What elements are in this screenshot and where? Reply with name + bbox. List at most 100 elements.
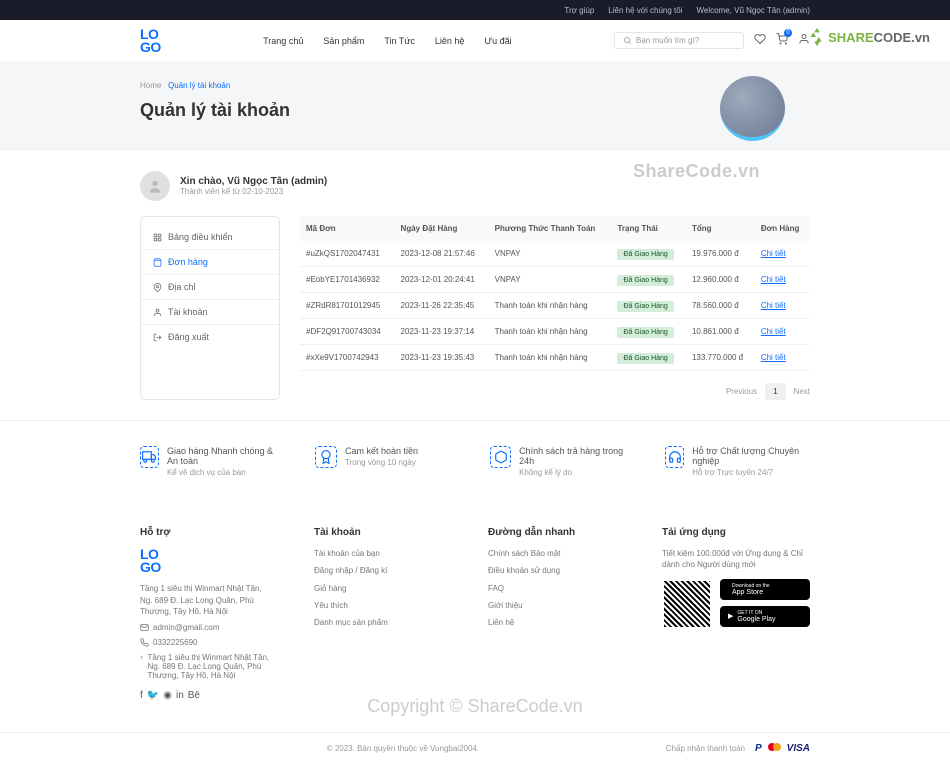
nav-news[interactable]: Tin Tức (384, 36, 415, 46)
pagination-next[interactable]: Next (794, 387, 810, 396)
footer-link[interactable]: Chính sách Bảo mật (488, 548, 622, 559)
visa-icon: VISA (787, 743, 810, 754)
truck-icon (140, 446, 159, 468)
appstore-button[interactable]: Download on theApp Store (720, 579, 810, 600)
pagination-prev[interactable]: Previous (726, 387, 757, 396)
orders-table: Mã Đơn Ngày Đặt Hàng Phương Thức Thanh T… (300, 216, 810, 371)
footer-account: Tài khoản Tài khoản của bạn Đăng nhập / … (314, 527, 448, 701)
footer-link[interactable]: Liên hệ (488, 617, 622, 628)
avatar-icon (147, 178, 163, 194)
feature-support: Hỗ trợ Chất lượng Chuyên nghiệpHỗ trợ Tr… (665, 446, 810, 477)
th-id[interactable]: Mã Đơn (300, 216, 395, 241)
feature-return: Chính sách trả hàng trong 24hKhông kể lý… (490, 446, 635, 477)
table-row: #uZkQS1702047431 2023-12-08 21:57:46 VNP… (300, 241, 810, 267)
nav-offers[interactable]: Ưu đãi (484, 36, 511, 46)
search-icon (623, 36, 632, 45)
th-status[interactable]: Trạng Thái (611, 216, 686, 241)
topbar-welcome[interactable]: Welcome, Vũ Ngọc Tân (admin) (696, 6, 810, 15)
watermark-text: ShareCode.vn (633, 161, 760, 182)
th-method[interactable]: Phương Thức Thanh Toán (489, 216, 612, 241)
feature-shipping: Giao hàng Nhanh chóng & An toànKể về dịc… (140, 446, 285, 477)
topbar-contact[interactable]: Liên hệ với chúng tôi (608, 6, 682, 15)
cart-badge: 0 (784, 29, 792, 37)
detail-link[interactable]: Chi tiết (761, 275, 786, 284)
cell-status: Đã Giao Hàng (611, 345, 686, 371)
cell-total: 78.560.000 đ (686, 293, 755, 319)
search-placeholder: Bạn muốn tìm gì? (636, 36, 699, 45)
cell-action: Chi tiết (755, 345, 810, 371)
footer-link[interactable]: Điều khoản sử dụng (488, 565, 622, 576)
phone-icon (140, 638, 149, 647)
cell-id: #xXe9V1700742943 (300, 345, 395, 371)
cell-date: 2023-12-08 21:57:46 (395, 241, 489, 267)
footer-support: Hỗ trợ LOGO Tầng 1 siêu thị Winmart Nhật… (140, 527, 274, 701)
feature-refund: Cam kết hoàn tiềnTrong vòng 10 ngày (315, 446, 460, 477)
nav-contact[interactable]: Liên hệ (435, 36, 465, 46)
sidebar-label: Địa chỉ (168, 282, 196, 292)
sharecode-watermark-logo: SHARECODE.vn (806, 26, 930, 48)
hero-product-image (720, 76, 785, 141)
footer-link[interactable]: Yêu thích (314, 600, 448, 611)
cell-date: 2023-11-26 22:35:45 (395, 293, 489, 319)
footer-link[interactable]: Tài khoản của bạn (314, 548, 448, 559)
cell-method: VNPAY (489, 241, 612, 267)
footer-link[interactable]: Đăng nhập / Đăng kí (314, 565, 448, 576)
features-row: Giao hàng Nhanh chóng & An toànKể về dịc… (0, 420, 950, 502)
table-row: #ZRdR81701012945 2023-11-26 22:35:45 Tha… (300, 293, 810, 319)
th-total[interactable]: Tổng (686, 216, 755, 241)
header-right: Bạn muốn tìm gì? 0 (614, 32, 810, 49)
sidebar-item-orders[interactable]: Đơn hàng (141, 250, 279, 275)
footer-link[interactable]: Giỏ hàng (314, 583, 448, 594)
pagination: Previous 1 Next (300, 383, 810, 400)
cell-date: 2023-11-23 19:37:14 (395, 319, 489, 345)
cell-status: Đã Giao Hàng (611, 319, 686, 345)
box-icon (490, 446, 511, 468)
detail-link[interactable]: Chi tiết (761, 249, 786, 258)
cell-method: Thanh toán khi nhận hàng (489, 293, 612, 319)
cell-method: Thanh toán khi nhận hàng (489, 345, 612, 371)
footer-quick: Đường dẫn nhanh Chính sách Bảo mật Điều … (488, 527, 622, 701)
sidebar-item-logout[interactable]: Đăng xuất (141, 325, 279, 349)
breadcrumb-home[interactable]: Home (140, 81, 161, 90)
nav-home[interactable]: Trang chủ (263, 36, 303, 46)
topbar-help[interactable]: Trợ giúp (564, 6, 594, 15)
cell-action: Chi tiết (755, 267, 810, 293)
cart-icon[interactable]: 0 (776, 33, 788, 48)
sidebar-label: Tài khoản (168, 307, 208, 317)
footer-app: Tải ứng dụng Tiết kiệm 100.000đ với Ứng … (662, 527, 810, 701)
hero-section: Home Quản lý tài khoản Quản lý tài khoản… (0, 61, 950, 151)
th-action[interactable]: Đơn Hàng (755, 216, 810, 241)
footer-logo: LOGO (140, 548, 274, 573)
cell-action: Chi tiết (755, 293, 810, 319)
sidebar-label: Đăng xuất (168, 332, 209, 342)
pagination-page[interactable]: 1 (765, 383, 785, 400)
sidebar-item-dashboard[interactable]: Bảng điều khiển (141, 225, 279, 250)
cell-method: VNPAY (489, 267, 612, 293)
nav-products[interactable]: Sản phẩm (323, 36, 364, 46)
cell-total: 12.960.000 đ (686, 267, 755, 293)
main-nav: Trang chủ Sản phẩm Tin Tức Liên hệ Ưu đã… (263, 36, 512, 46)
footer: Hỗ trợ LOGO Tầng 1 siêu thị Winmart Nhật… (0, 502, 950, 726)
logo[interactable]: LOGO (140, 28, 161, 53)
sidebar-item-address[interactable]: Địa chỉ (141, 275, 279, 300)
cell-date: 2023-12-01 20:24:41 (395, 267, 489, 293)
table-row: #DF2Q91700743034 2023-11-23 19:37:14 Tha… (300, 319, 810, 345)
pin-icon (153, 283, 162, 292)
search-input[interactable]: Bạn muốn tìm gì? (614, 32, 744, 49)
bag-icon (153, 258, 162, 267)
th-date[interactable]: Ngày Đặt Hàng (395, 216, 489, 241)
payment-icons: P VISA (755, 743, 810, 754)
footer-link[interactable]: Giới thiệu (488, 600, 622, 611)
logout-icon (153, 333, 162, 342)
sidebar-item-account[interactable]: Tài khoản (141, 300, 279, 325)
detail-link[interactable]: Chi tiết (761, 353, 786, 362)
recycle-icon (806, 26, 828, 48)
footer-link[interactable]: FAQ (488, 583, 622, 594)
wishlist-icon[interactable] (754, 33, 766, 48)
googleplay-button[interactable]: ▶ GET IT ONGoogle Play (720, 606, 810, 627)
detail-link[interactable]: Chi tiết (761, 327, 786, 336)
detail-link[interactable]: Chi tiết (761, 301, 786, 310)
footer-link[interactable]: Danh mục sản phẩm (314, 617, 448, 628)
cell-action: Chi tiết (755, 319, 810, 345)
topbar: Trợ giúp Liên hệ với chúng tôi Welcome, … (0, 0, 950, 20)
